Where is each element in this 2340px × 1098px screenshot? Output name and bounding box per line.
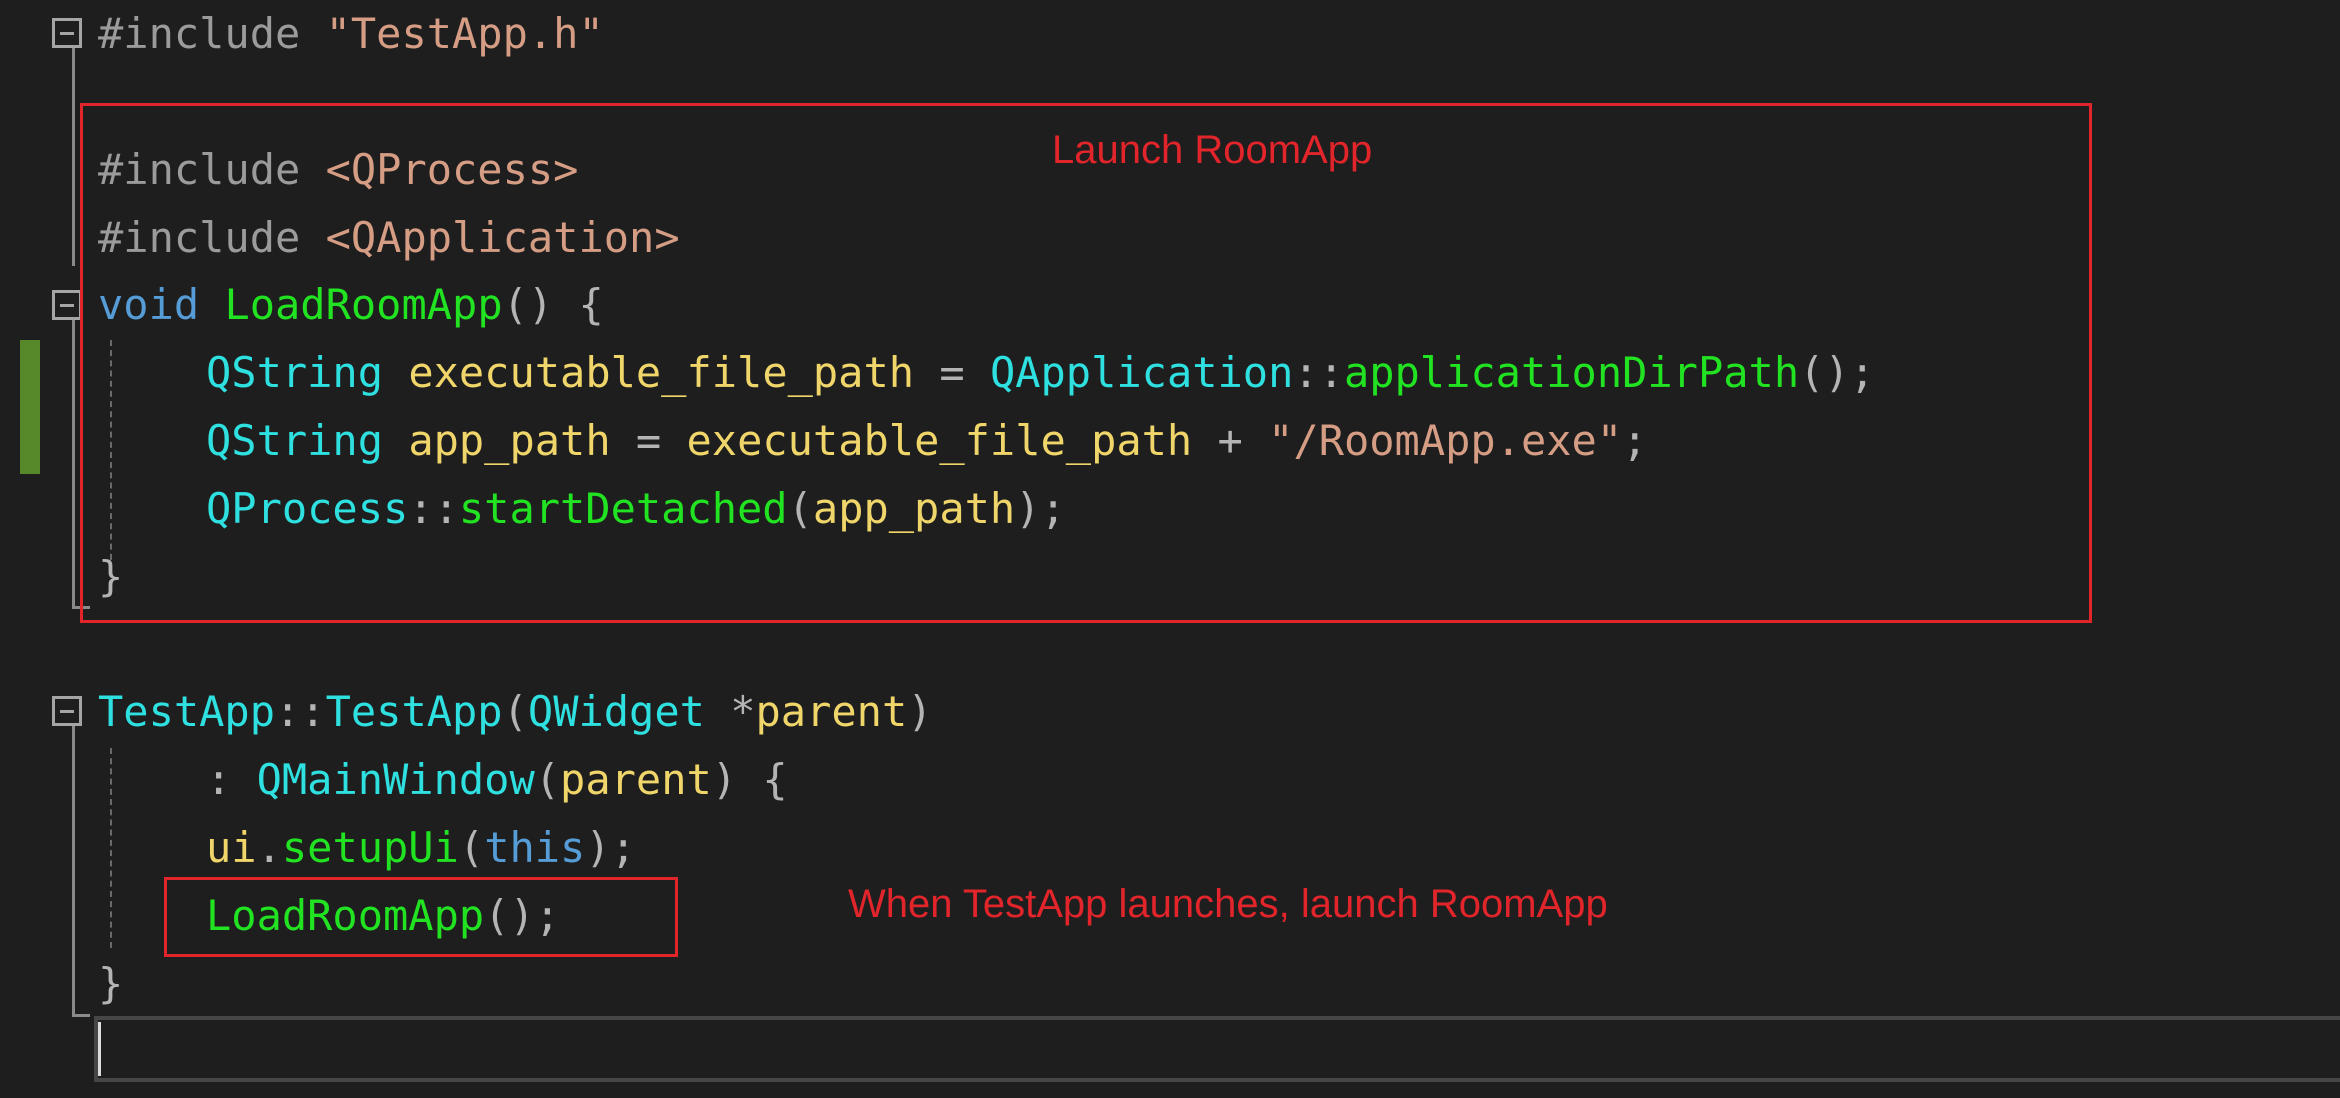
parameter-name: parent (755, 687, 908, 736)
fold-guide (72, 726, 75, 1016)
collapse-minus-icon[interactable] (52, 18, 82, 48)
fold-guide (72, 48, 75, 266)
punctuation: ( (534, 755, 561, 804)
initializer-colon: : (206, 755, 232, 804)
variable-name: ui (206, 823, 257, 872)
annotation-when-label: When TestApp launches, launch RoomApp (848, 882, 1608, 926)
code-line-1[interactable]: #include "TestApp.h" (98, 0, 604, 68)
closing-brace: } (98, 959, 124, 1008)
annotation-box-launch (80, 103, 2092, 623)
code-line-13[interactable]: ui.setupUi(this); (206, 814, 636, 882)
parameter-name: parent (560, 755, 712, 804)
annotation-box-call (164, 877, 678, 957)
current-line-highlight[interactable] (94, 1016, 2340, 1082)
class-name: QMainWindow (256, 755, 535, 804)
collapse-minus-icon[interactable] (52, 696, 82, 726)
fold-guide (72, 320, 75, 608)
collapse-minus-icon[interactable] (52, 290, 82, 320)
code-line-11[interactable]: TestApp::TestApp(QWidget *parent) (98, 678, 933, 746)
punctuation: ( (458, 823, 485, 872)
annotation-launch-label: Launch RoomApp (1052, 128, 1373, 172)
punctuation: ) (907, 687, 933, 736)
punctuation: ); (585, 823, 636, 872)
pointer-operator: * (730, 687, 756, 736)
keyword: this (484, 823, 586, 872)
code-line-15[interactable]: } (98, 950, 123, 1018)
change-marker (20, 340, 40, 474)
preprocessor-directive: #include (98, 9, 301, 58)
code-line-12[interactable]: : QMainWindow(parent) { (206, 746, 788, 814)
text-caret (98, 1022, 101, 1076)
function-name: setupUi (281, 823, 459, 872)
fold-guide-end (72, 1014, 90, 1017)
member-access: . (256, 823, 282, 872)
class-name: TestApp (98, 687, 276, 736)
scope-operator: :: (275, 687, 326, 736)
include-target: "TestApp.h" (325, 9, 604, 58)
code-editor[interactable]: #include "TestApp.h" #include <QProcess>… (0, 0, 2340, 1098)
constructor-name: TestApp (325, 687, 503, 736)
type-name: QWidget (527, 687, 705, 736)
punctuation: ) { (711, 755, 788, 804)
punctuation: ( (502, 687, 528, 736)
indent-guide (110, 748, 112, 948)
